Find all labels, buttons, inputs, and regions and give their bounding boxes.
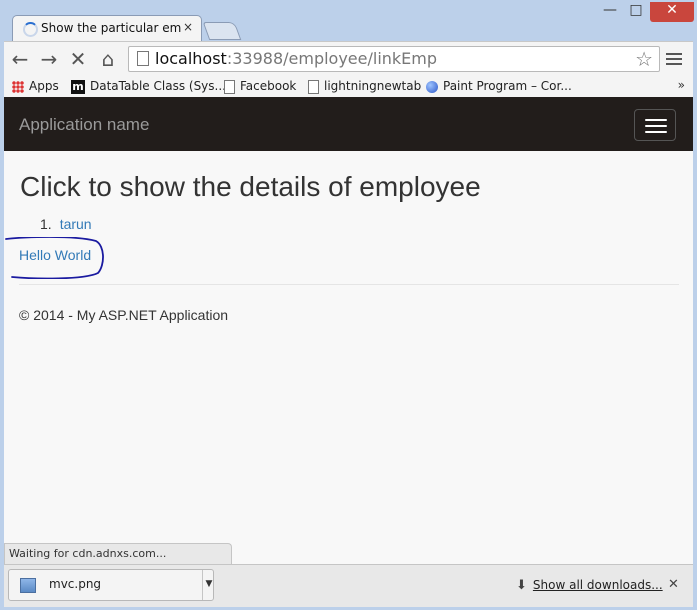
home-icon[interactable]: ⌂ <box>96 47 120 71</box>
window-close-button[interactable]: ✕ <box>650 2 694 22</box>
loading-spinner-icon <box>23 22 38 37</box>
page-content: Click to show the details of employee 1.… <box>4 151 693 566</box>
bookmark-datatable[interactable]: m DataTable Class (Sys... <box>71 79 226 94</box>
employee-link[interactable]: tarun <box>60 216 92 232</box>
image-file-icon <box>20 578 36 593</box>
list-item: 1. tarun <box>40 216 92 232</box>
bookmark-lightningnewtab[interactable]: lightningnewtab <box>308 79 421 94</box>
show-all-downloads-link[interactable]: Show all downloads... <box>533 578 663 592</box>
globe-icon <box>426 80 438 93</box>
show-all-downloads[interactable]: ⬇ Show all downloads... <box>516 578 663 593</box>
divider <box>19 284 679 285</box>
page-viewport: Application name Click to show the detai… <box>4 97 693 566</box>
page-icon <box>137 51 149 66</box>
url-path: :33988/employee/linkEmp <box>226 49 438 68</box>
browser-window: Show the particular emplo × — □ ✕ ← → ✕ … <box>0 0 697 610</box>
apps-grid-icon <box>12 80 24 93</box>
bookmark-label: Paint Program – Cor... <box>443 79 572 93</box>
bookmark-label: DataTable Class (Sys... <box>90 79 226 93</box>
close-downloads-icon[interactable]: ✕ <box>668 577 679 592</box>
navbar-toggle-button[interactable] <box>634 109 676 141</box>
bookmark-facebook[interactable]: Facebook <box>224 79 296 94</box>
bookmark-paint-program[interactable]: Paint Program – Cor... <box>426 79 572 93</box>
page-icon <box>224 79 235 94</box>
download-menu-chevron-icon[interactable]: ▼ <box>202 570 215 600</box>
title-bar: Show the particular emplo × — □ ✕ <box>0 0 697 42</box>
status-bubble: Waiting for cdn.adnxs.com... <box>4 543 232 564</box>
page-icon <box>308 79 319 94</box>
brand-link[interactable]: Application name <box>19 115 149 135</box>
tab-title: Show the particular emplo <box>41 21 181 35</box>
m-logo-icon: m <box>71 79 85 94</box>
download-item[interactable]: mvc.png ▼ <box>8 569 214 601</box>
downloads-shelf: mvc.png ▼ ⬇ Show all downloads... ✕ <box>4 564 693 607</box>
bookmarks-overflow-icon[interactable]: » <box>678 78 685 92</box>
back-arrow-icon[interactable]: ← <box>8 47 32 71</box>
browser-toolbar: ← → ✕ ⌂ localhost:33988/employee/linkEmp… <box>4 41 693 78</box>
bookmark-label: Facebook <box>240 79 297 93</box>
list-number: 1. <box>40 216 52 232</box>
tab-close-icon[interactable]: × <box>183 20 193 34</box>
stop-loading-icon[interactable]: ✕ <box>66 47 90 71</box>
bookmark-apps[interactable]: Apps <box>12 79 59 93</box>
page-title: Click to show the details of employee <box>20 171 481 202</box>
footer-text: © 2014 - My ASP.NET Application <box>19 307 229 323</box>
browser-tab[interactable]: Show the particular emplo × <box>12 15 202 42</box>
hand-drawn-circle-annotation <box>5 237 104 279</box>
download-arrow-icon: ⬇ <box>516 578 527 593</box>
site-navbar: Application name <box>4 97 693 151</box>
employee-list: 1. tarun <box>40 216 92 232</box>
address-bar[interactable]: localhost:33988/employee/linkEmp ☆ <box>128 46 660 72</box>
chrome-menu-icon[interactable] <box>666 50 682 68</box>
bookmark-star-icon[interactable]: ☆ <box>635 47 653 71</box>
download-filename: mvc.png <box>49 577 102 591</box>
maximize-button[interactable]: □ <box>624 2 648 22</box>
bookmark-label: Apps <box>29 79 59 93</box>
new-tab-button[interactable] <box>202 22 242 40</box>
url-host: localhost <box>155 49 227 68</box>
minimize-button[interactable]: — <box>598 2 622 22</box>
forward-arrow-icon[interactable]: → <box>37 47 61 71</box>
url-text: localhost:33988/employee/linkEmp <box>155 49 437 68</box>
bookmark-label: lightningnewtab <box>324 79 422 93</box>
bookmarks-bar: Apps m DataTable Class (Sys... Facebook l… <box>4 77 693 97</box>
